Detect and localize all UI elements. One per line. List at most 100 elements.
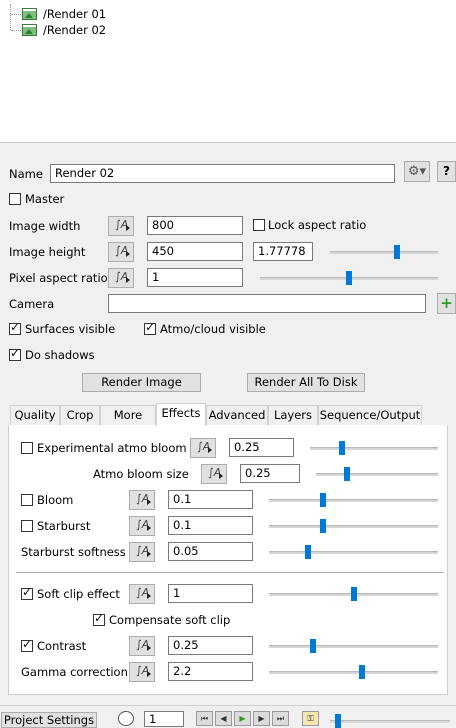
name-input[interactable]: Render 02 — [50, 164, 395, 183]
tree-connector — [11, 14, 21, 15]
image-width-input[interactable]: 800 — [147, 216, 243, 235]
tree-item-render-02[interactable]: /Render 02 — [22, 22, 106, 38]
image-height-label: Image height — [9, 245, 86, 259]
surfaces-visible-checkbox[interactable] — [9, 320, 21, 335]
starburst-label: Starburst — [37, 519, 91, 533]
timeline-slider[interactable] — [330, 714, 450, 728]
exp-atmo-bloom-slider[interactable] — [310, 441, 438, 455]
atmo-bloom-size-slider[interactable] — [316, 467, 438, 481]
curve-icon: ∫A — [197, 440, 211, 453]
camera-input[interactable] — [108, 294, 426, 313]
slider-thumb[interactable] — [309, 639, 316, 653]
gamma-correction-input[interactable]: 2.2 — [168, 662, 253, 681]
animation-button[interactable]: ∫A — [129, 516, 155, 536]
do-shadows-checkbox[interactable] — [9, 346, 21, 361]
pixel-aspect-slider[interactable] — [260, 271, 438, 285]
exp-atmo-bloom-checkbox[interactable] — [21, 442, 33, 454]
exp-atmo-bloom-input[interactable]: 0.25 — [229, 438, 294, 457]
last-frame-icon[interactable]: ⏭ — [272, 711, 289, 726]
atmo-visible-checkbox[interactable] — [144, 320, 156, 335]
curve-icon: ∫A — [136, 492, 150, 505]
slider-thumb[interactable] — [350, 587, 357, 601]
lock-aspect-label: Lock aspect ratio — [268, 218, 367, 232]
slider-thumb[interactable] — [320, 519, 327, 533]
slider-thumb[interactable] — [358, 665, 365, 679]
tab-bar: Quality Crop More Effects Advanced Layer… — [8, 403, 448, 426]
pixel-aspect-input[interactable]: 1 — [147, 268, 243, 287]
slider-thumb[interactable] — [335, 714, 341, 728]
starburst-softness-label: Starburst softness — [21, 545, 126, 559]
bloom-checkbox[interactable] — [21, 494, 33, 506]
soft-clip-slider[interactable] — [269, 587, 438, 601]
slider-thumb[interactable] — [339, 441, 345, 455]
aspect-ratio-input[interactable]: 1.77778 — [253, 242, 313, 261]
first-frame-icon[interactable]: ⏮ — [196, 711, 213, 726]
render-node-tree[interactable]: /Render 01 /Render 02 — [0, 0, 456, 143]
camera-label: Camera — [9, 297, 55, 311]
slider-thumb[interactable] — [343, 467, 350, 481]
starburst-checkbox[interactable] — [21, 520, 33, 532]
lock-aspect-checkbox[interactable] — [253, 219, 265, 231]
curve-icon: ∫A — [136, 586, 150, 599]
contrast-label: Contrast — [37, 639, 87, 653]
compensate-soft-clip-checkbox[interactable] — [93, 611, 105, 626]
render-image-button[interactable]: Render Image — [82, 373, 201, 392]
animation-button[interactable]: ∫A — [129, 636, 155, 656]
starburst-softness-input[interactable]: 0.05 — [168, 542, 253, 561]
surfaces-visible-label: Surfaces visible — [25, 322, 116, 336]
master-checkbox[interactable] — [9, 193, 21, 205]
starburst-slider[interactable] — [269, 519, 438, 533]
animation-button[interactable]: ∫A — [108, 242, 134, 262]
bloom-input[interactable]: 0.1 — [168, 490, 253, 509]
exp-atmo-bloom-label: Experimental atmo bloom — [37, 441, 187, 455]
image-height-input[interactable]: 450 — [147, 242, 243, 261]
animation-button[interactable]: ∫A — [108, 268, 134, 288]
tab-more[interactable]: More — [100, 405, 156, 425]
slider-thumb[interactable] — [320, 493, 327, 507]
project-settings-button[interactable]: Project Settings — [1, 712, 97, 728]
contrast-checkbox[interactable] — [21, 637, 33, 652]
contrast-slider[interactable] — [269, 639, 438, 653]
clock-icon[interactable] — [118, 711, 134, 726]
add-camera-button[interactable]: + — [437, 293, 456, 314]
slider-thumb[interactable] — [304, 545, 311, 559]
bloom-slider[interactable] — [269, 493, 438, 507]
starburst-softness-slider[interactable] — [269, 545, 438, 559]
settings-menu-button[interactable]: ⚙▾ — [404, 161, 430, 182]
timeline-bar: Project Settings 1 ⏮ ◀ ▶ ▶ ⏭ ⚿ — [0, 705, 456, 728]
gamma-correction-slider[interactable] — [269, 665, 438, 679]
tab-advanced[interactable]: Advanced — [206, 405, 268, 425]
starburst-input[interactable]: 0.1 — [168, 516, 253, 535]
tab-sequence-output[interactable]: Sequence/Output — [318, 405, 422, 425]
animation-button[interactable]: ∫A — [129, 584, 155, 604]
tab-quality[interactable]: Quality — [10, 405, 60, 425]
aspect-ratio-slider[interactable] — [330, 245, 438, 259]
gear-icon: ⚙▾ — [407, 164, 427, 179]
tree-item-render-01[interactable]: /Render 01 — [22, 6, 106, 22]
next-frame-icon[interactable]: ▶ — [253, 711, 270, 726]
render-all-to-disk-button[interactable]: Render All To Disk — [247, 373, 365, 392]
slider-thumb[interactable] — [346, 271, 352, 285]
animation-button[interactable]: ∫A — [190, 438, 216, 458]
contrast-input[interactable]: 0.25 — [168, 636, 253, 655]
compensate-soft-clip-label: Compensate soft clip — [109, 613, 231, 627]
animation-button[interactable]: ∫A — [129, 490, 155, 510]
prev-frame-icon[interactable]: ◀ — [215, 711, 232, 726]
curve-icon: ∫A — [208, 466, 222, 479]
animation-button[interactable]: ∫A — [108, 216, 134, 236]
animation-button[interactable]: ∫A — [129, 542, 155, 562]
soft-clip-input[interactable]: 1 — [168, 584, 253, 603]
atmo-bloom-size-input[interactable]: 0.25 — [240, 464, 300, 483]
slider-thumb[interactable] — [393, 245, 400, 259]
play-icon[interactable]: ▶ — [234, 711, 251, 726]
keyframe-icon[interactable]: ⚿ — [302, 711, 319, 726]
tab-effects[interactable]: Effects — [156, 403, 206, 426]
help-button[interactable]: ? — [437, 161, 456, 182]
animation-button[interactable]: ∫A — [129, 662, 155, 682]
soft-clip-checkbox[interactable] — [21, 585, 33, 600]
curve-icon: ∫A — [136, 544, 150, 557]
animation-button[interactable]: ∫A — [201, 464, 227, 484]
tab-layers[interactable]: Layers — [268, 405, 318, 425]
curve-icon: ∫A — [136, 638, 150, 651]
tab-crop[interactable]: Crop — [60, 405, 100, 425]
